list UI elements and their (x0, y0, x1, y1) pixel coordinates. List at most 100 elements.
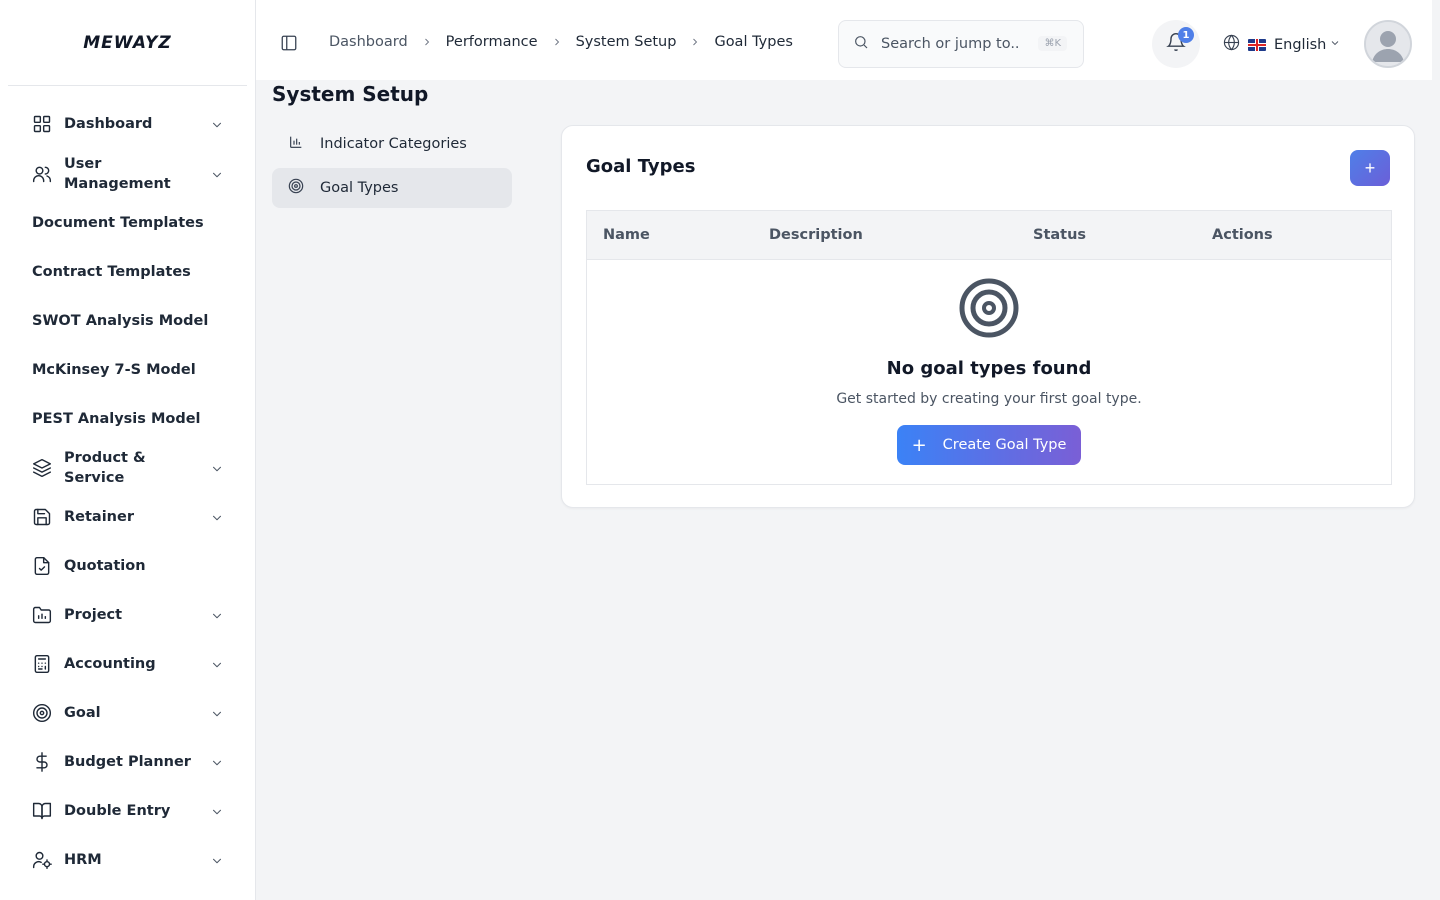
grid-icon (32, 114, 52, 134)
sidebar-item-product-service[interactable]: Product & Service (32, 448, 224, 488)
sidebar-item-budget-planner[interactable]: Budget Planner (32, 752, 224, 772)
sidebar-item-dashboard[interactable]: Dashboard (32, 114, 224, 134)
sidebar-item-contract-templates[interactable]: Contract Templates (32, 262, 224, 282)
goal-types-table: Name Description Status Actions No goal … (586, 210, 1392, 485)
sidebar-item-document-templates[interactable]: Document Templates (32, 213, 224, 233)
bar-chart-icon (288, 134, 320, 154)
column-header-description[interactable]: Description (769, 227, 863, 243)
table-header: Name Description Status Actions (587, 211, 1391, 260)
chevron-down-icon (210, 853, 224, 867)
notifications-button[interactable]: 1 (1152, 20, 1200, 68)
chevron-down-icon (210, 804, 224, 818)
sub-nav-goal-types[interactable]: Goal Types (272, 168, 512, 208)
globe-icon (1223, 34, 1240, 55)
chevron-down-icon (210, 461, 224, 475)
target-icon (32, 703, 52, 723)
sidebar-item-label: Goal (64, 705, 101, 721)
avatar[interactable] (1364, 20, 1412, 68)
target-icon (288, 178, 320, 198)
sub-nav-label: Goal Types (320, 180, 399, 196)
sidebar-item-label: Product & Service (64, 450, 146, 486)
empty-state: No goal types found Get started by creat… (587, 260, 1391, 465)
sidebar-item-project[interactable]: Project (32, 605, 224, 625)
chevron-down-icon (210, 755, 224, 769)
save-icon (32, 507, 52, 527)
logo-text: MEWAYZ (83, 32, 172, 53)
search-icon (853, 34, 881, 54)
sub-nav-indicator-categories[interactable]: Indicator Categories (272, 124, 512, 164)
sidebar-item-label: SWOT Analysis Model (32, 313, 209, 329)
settings-sub-nav: Indicator Categories Goal Types (272, 124, 512, 212)
empty-state-title: No goal types found (886, 358, 1092, 379)
search-shortcut: ⌘K (1038, 36, 1067, 51)
sidebar-item-double-entry[interactable]: Double Entry (32, 801, 224, 821)
sidebar-item-mckinsey[interactable]: McKinsey 7-S Model (32, 360, 224, 380)
dollar-icon (32, 752, 52, 772)
chevron-down-icon (210, 657, 224, 671)
card-title: Goal Types (586, 156, 696, 177)
users-icon (32, 164, 52, 184)
plus-icon: + (911, 434, 927, 456)
breadcrumb-goal-types: Goal Types (714, 34, 793, 50)
sidebar: MEWAYZ Dashboard User Management Documen… (0, 0, 256, 900)
search-input[interactable] (881, 36, 1021, 52)
layers-icon (32, 458, 52, 478)
user-cog-icon (32, 850, 52, 870)
search-box[interactable]: ⌘K (838, 20, 1084, 68)
file-check-icon (32, 556, 52, 576)
sidebar-item-label: Accounting (64, 656, 156, 672)
book-open-icon (32, 801, 52, 821)
chevron-down-icon (1326, 37, 1341, 53)
folder-chart-icon (32, 605, 52, 625)
sidebar-item-accounting[interactable]: Accounting (32, 654, 224, 674)
sidebar-item-goal[interactable]: Goal (32, 703, 224, 723)
add-goal-type-button[interactable]: + (1350, 150, 1390, 186)
create-goal-type-button[interactable]: + Create Goal Type (897, 425, 1081, 465)
sidebar-item-retainer[interactable]: Retainer (32, 507, 224, 527)
column-header-actions: Actions (1212, 227, 1273, 243)
sidebar-item-label: Retainer (64, 509, 134, 525)
chevron-down-icon (210, 706, 224, 720)
sidebar-item-label: Quotation (64, 558, 146, 574)
sidebar-item-label: User Management (64, 156, 171, 192)
sidebar-item-label: Project (64, 607, 123, 623)
empty-state-subtitle: Get started by creating your first goal … (836, 391, 1142, 407)
sidebar-item-label: Double Entry (64, 803, 171, 819)
logo[interactable]: MEWAYZ (8, 0, 247, 86)
column-header-name[interactable]: Name (603, 227, 650, 243)
sidebar-item-label: Document Templates (32, 215, 204, 231)
column-header-status[interactable]: Status (1033, 227, 1086, 243)
chevron-down-icon (210, 167, 224, 181)
sub-nav-label: Indicator Categories (320, 136, 467, 152)
user-avatar-icon (1366, 22, 1410, 66)
sidebar-item-pest[interactable]: PEST Analysis Model (32, 409, 224, 429)
target-icon (959, 278, 1019, 338)
chevron-right-icon (421, 36, 433, 48)
sidebar-item-label: Contract Templates (32, 264, 191, 280)
chevron-down-icon (210, 608, 224, 622)
chevron-right-icon (689, 36, 701, 48)
breadcrumb-performance[interactable]: Performance (446, 34, 538, 50)
sidebar-item-user-management[interactable]: User Management (32, 154, 224, 194)
sidebar-item-label: HRM (64, 852, 102, 868)
sidebar-item-label: Dashboard (64, 116, 153, 132)
sidebar-item-swot[interactable]: SWOT Analysis Model (32, 311, 224, 331)
calculator-icon (32, 654, 52, 674)
sidebar-toggle-icon[interactable] (280, 34, 298, 52)
sidebar-item-quotation[interactable]: Quotation (32, 556, 224, 576)
notification-badge: 1 (1178, 27, 1194, 43)
sidebar-item-hrm[interactable]: HRM (32, 850, 224, 870)
chevron-right-icon (551, 36, 563, 48)
chevron-down-icon (210, 117, 224, 131)
sidebar-item-label: PEST Analysis Model (32, 411, 201, 427)
breadcrumb-system-setup[interactable]: System Setup (576, 34, 677, 50)
language-selector[interactable]: English (1223, 34, 1341, 55)
goal-types-card: Goal Types + Name Description Status Act… (561, 125, 1415, 508)
top-header: Dashboard Performance System Setup Goal … (256, 0, 1432, 80)
page-title: System Setup (272, 82, 429, 106)
sidebar-item-label: Budget Planner (64, 754, 191, 770)
breadcrumb-dashboard[interactable]: Dashboard (329, 34, 408, 50)
uk-flag-icon (1248, 38, 1266, 51)
chevron-down-icon (210, 510, 224, 524)
create-goal-type-label: Create Goal Type (942, 437, 1067, 453)
